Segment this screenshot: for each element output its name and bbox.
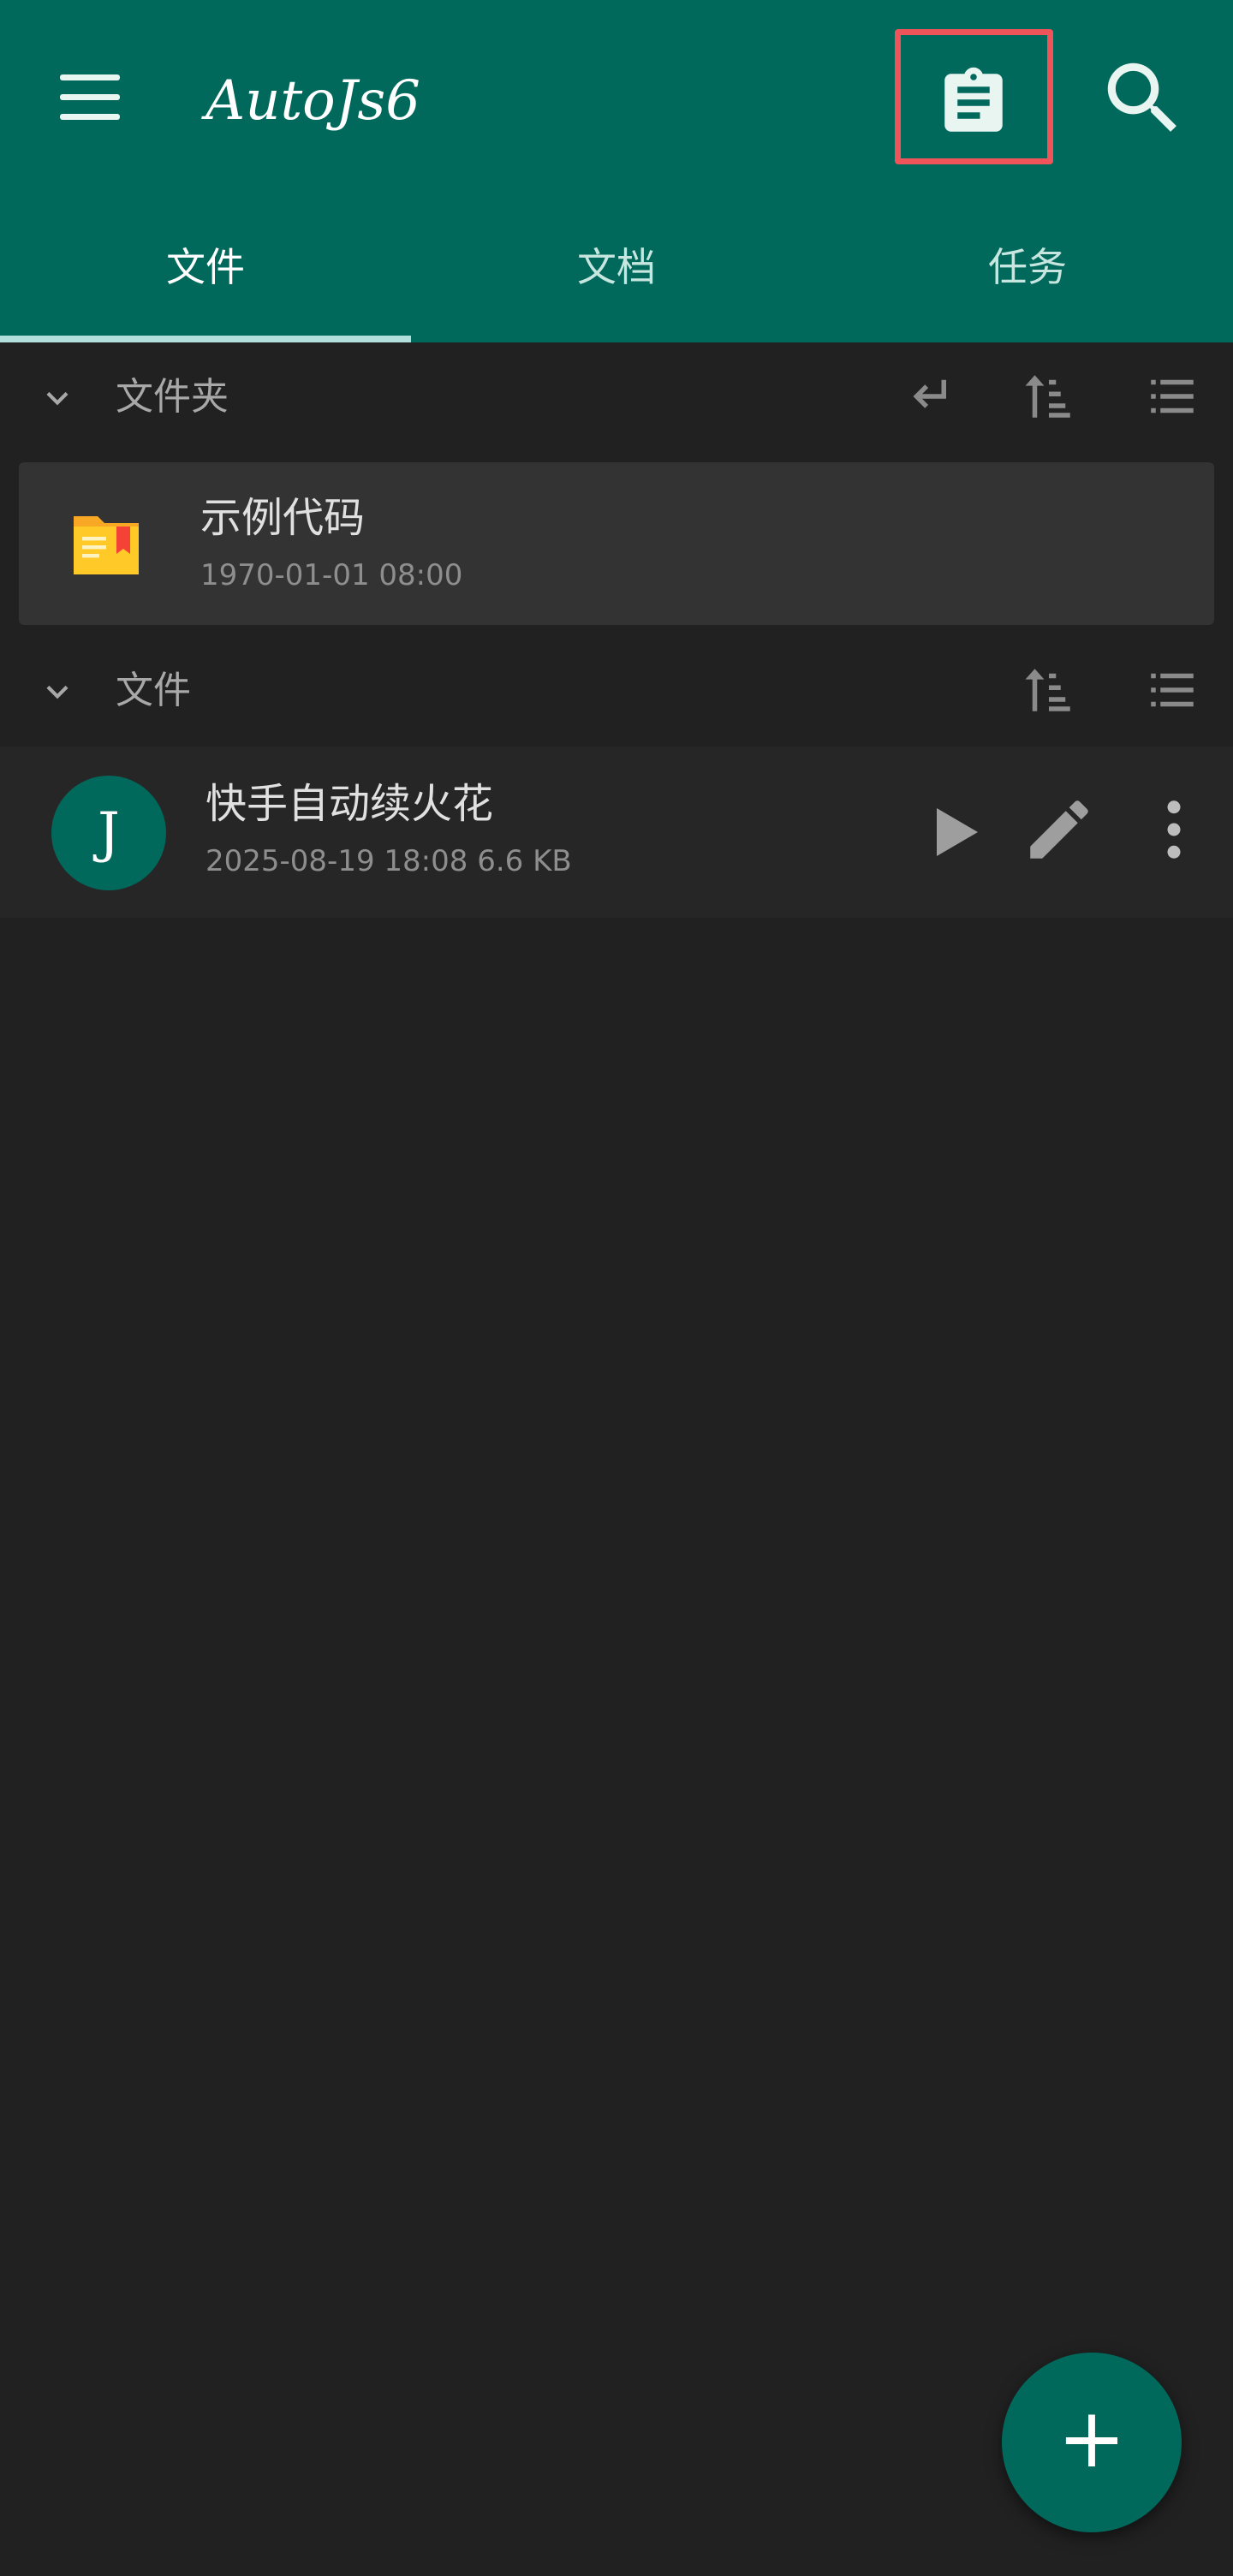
folder-date: 1970-01-01 08:00 bbox=[200, 558, 463, 592]
folders-section-label: 文件夹 bbox=[116, 375, 229, 419]
folders-section-header[interactable]: 文件夹 bbox=[0, 342, 1233, 449]
files-section-header[interactable]: 文件 bbox=[0, 636, 1233, 743]
tab-bar: 文件 文档 任务 bbox=[0, 199, 1233, 342]
app-title: AutoJs6 bbox=[206, 69, 420, 133]
list-view-icon[interactable] bbox=[1144, 662, 1200, 718]
folder-item[interactable]: 示例代码 1970-01-01 08:00 bbox=[19, 462, 1214, 625]
add-icon: + bbox=[1057, 2390, 1127, 2486]
search-button[interactable] bbox=[1096, 51, 1190, 146]
edit-icon[interactable] bbox=[1021, 791, 1098, 868]
tab-indicator bbox=[0, 336, 411, 342]
sort-icon[interactable] bbox=[1021, 662, 1077, 718]
more-vert-icon[interactable] bbox=[1135, 791, 1212, 868]
file-name: 快手自动续火花 bbox=[206, 780, 494, 828]
app-bar: AutoJs6 bbox=[0, 0, 1233, 199]
tab-files[interactable]: 文件 bbox=[0, 199, 411, 342]
chevron-down-icon[interactable] bbox=[36, 377, 79, 419]
clipboard-button[interactable] bbox=[895, 29, 1053, 164]
file-item[interactable]: J 快手自动续火花 2025-08-19 18:08 6.6 KB bbox=[0, 747, 1233, 918]
add-button[interactable]: + bbox=[1002, 2353, 1182, 2532]
chevron-down-icon[interactable] bbox=[36, 670, 79, 713]
play-icon[interactable] bbox=[913, 791, 995, 873]
file-avatar: J bbox=[51, 776, 166, 890]
menu-icon[interactable] bbox=[51, 70, 128, 123]
folder-name: 示例代码 bbox=[200, 494, 366, 542]
file-meta: 2025-08-19 18:08 6.6 KB bbox=[206, 844, 572, 878]
search-icon bbox=[1107, 62, 1176, 132]
sort-icon[interactable] bbox=[1021, 368, 1077, 425]
tab-docs[interactable]: 文档 bbox=[411, 199, 822, 342]
go-up-icon[interactable] bbox=[899, 368, 956, 425]
list-view-icon[interactable] bbox=[1144, 368, 1200, 425]
files-section-label: 文件 bbox=[116, 669, 191, 712]
clipboard-icon bbox=[944, 67, 1003, 132]
folder-icon bbox=[74, 516, 139, 574]
tab-tasks[interactable]: 任务 bbox=[822, 199, 1233, 342]
